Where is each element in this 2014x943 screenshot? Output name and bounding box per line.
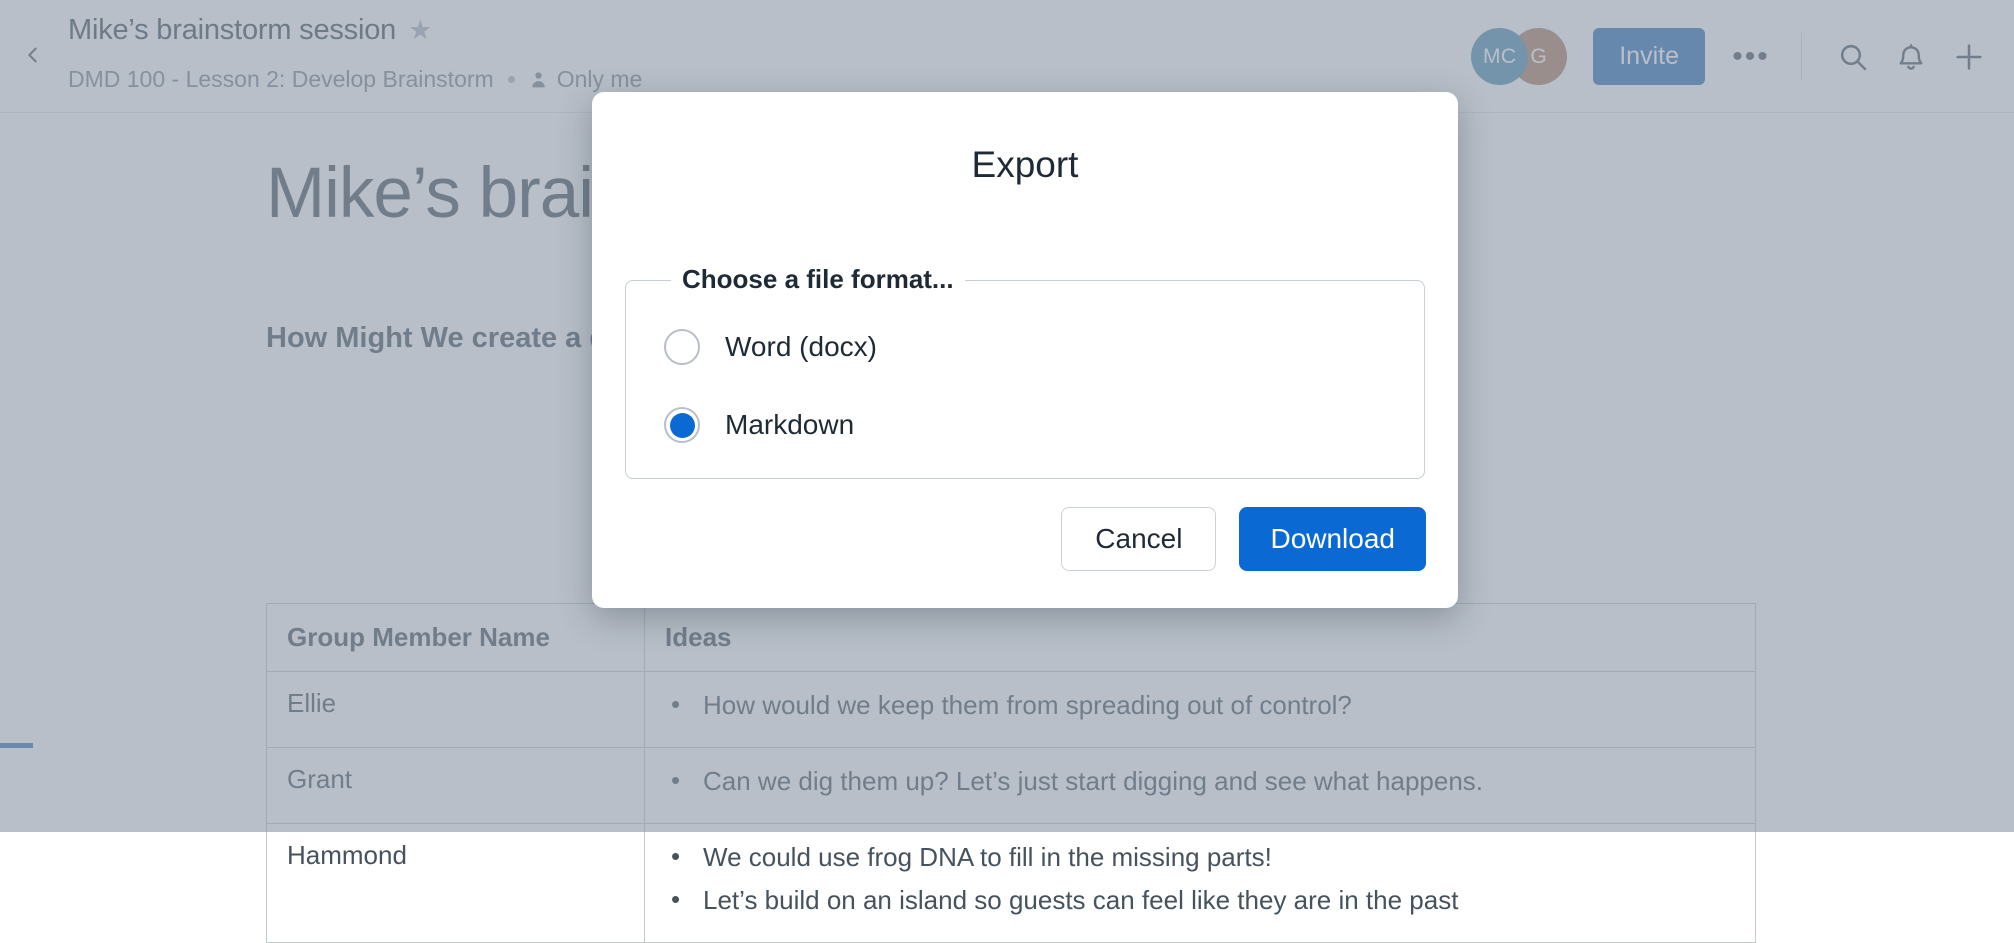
idea-item: Let’s build on an island so guests can f… — [665, 883, 1735, 918]
dialog-title: Export — [592, 144, 1458, 186]
export-dialog: Export Choose a file format... Word (doc… — [592, 92, 1458, 608]
cancel-button[interactable]: Cancel — [1061, 507, 1216, 571]
radio-label-word: Word (docx) — [725, 331, 877, 363]
download-button[interactable]: Download — [1239, 507, 1426, 571]
modal-layer: Export Choose a file format... Word (doc… — [0, 0, 2014, 832]
radio-button-markdown[interactable] — [664, 407, 700, 443]
dialog-actions: Cancel Download — [1061, 507, 1426, 571]
radio-label-markdown: Markdown — [725, 409, 854, 441]
member-name: Hammond — [267, 824, 645, 943]
fieldset-legend: Choose a file format... — [671, 264, 965, 295]
file-format-fieldset: Choose a file format... Word (docx) Mark… — [625, 280, 1425, 479]
member-ideas: We could use frog DNA to fill in the mis… — [645, 824, 1756, 943]
radio-button-word[interactable] — [664, 329, 700, 365]
radio-selected-dot — [670, 413, 695, 438]
radio-option-markdown[interactable]: Markdown — [664, 407, 854, 443]
radio-option-word[interactable]: Word (docx) — [664, 329, 877, 365]
table-row[interactable]: Hammond We could use frog DNA to fill in… — [267, 824, 1756, 943]
idea-item: We could use frog DNA to fill in the mis… — [665, 840, 1735, 875]
